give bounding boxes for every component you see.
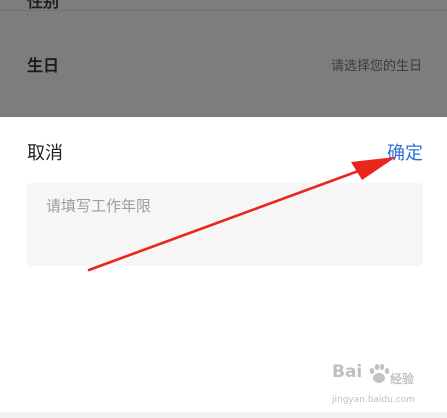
birthday-label: 生日	[27, 56, 60, 75]
work-years-sheet: 取消 确定	[0, 117, 447, 418]
confirm-button[interactable]: 确定	[387, 139, 423, 165]
screen: 性别 生日 请选择您的生日 取消 确定 Bai 经验 jingyan.baidu…	[0, 0, 447, 418]
work-years-input[interactable]	[27, 183, 423, 266]
cancel-button[interactable]: 取消	[27, 139, 63, 165]
bottom-strip	[0, 412, 447, 418]
birthday-picker[interactable]: 请选择您的生日	[331, 55, 422, 74]
row-divider	[0, 10, 447, 11]
dimmed-form-overlay[interactable]: 性别 生日 请选择您的生日	[0, 0, 447, 117]
